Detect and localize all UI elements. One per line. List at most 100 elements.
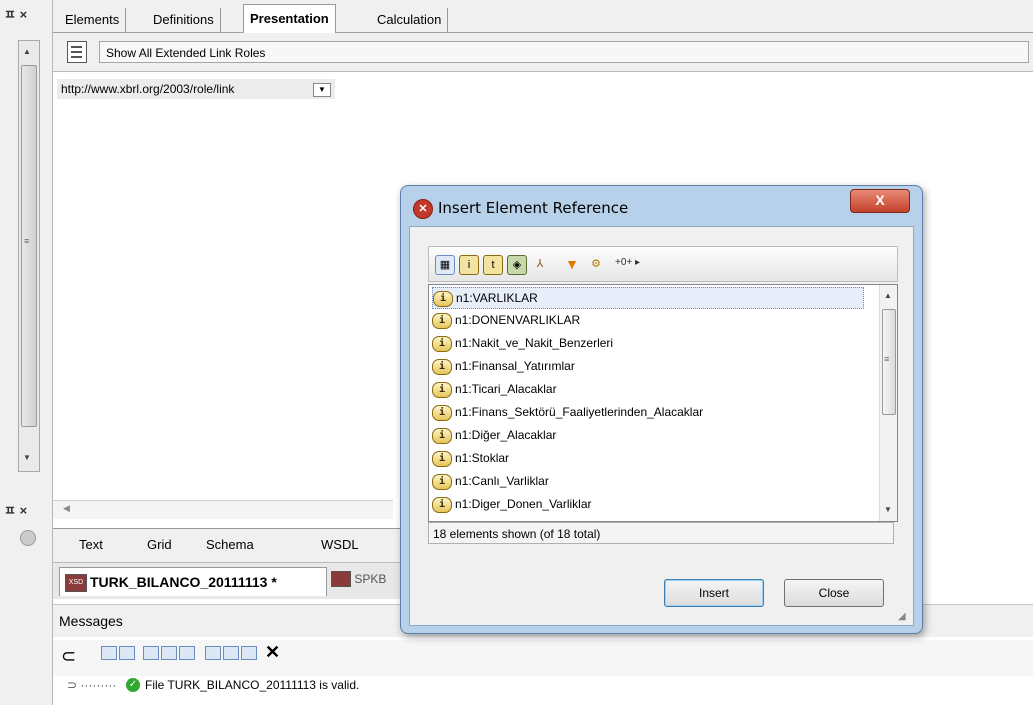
document-tab-bar: XSD TURK_BILANCO_20111113 * SPKB xyxy=(53,562,413,599)
dialog-close-button[interactable]: X xyxy=(850,189,910,213)
dialog-title: Insert Element Reference xyxy=(438,199,629,217)
messages-toolbar: ⊂ ✕ xyxy=(53,640,1033,676)
list-item-label: n1:Canlı_Varliklar xyxy=(455,474,549,488)
element-list[interactable]: i n1:VARLIKLAR i n1:DONENVARLIKLAR i n1:Nak… xyxy=(428,284,898,522)
paste-icon[interactable] xyxy=(179,646,195,660)
message-text: File TURK_BILANCO_20111113 is valid. xyxy=(145,678,360,692)
tab-definitions[interactable]: Definitions xyxy=(147,8,221,32)
cube-icon[interactable]: ◈ xyxy=(507,255,527,275)
grip-icon: ≡ xyxy=(24,236,30,246)
tab-calculation[interactable]: Calculation xyxy=(371,8,449,32)
filter-settings-icon[interactable]: ⚙ xyxy=(587,255,605,273)
item-icon: i xyxy=(432,496,452,513)
list-item[interactable]: i n1:DONENVARLIKLAR xyxy=(432,309,580,331)
pane-pin-close-2[interactable]: ㅍ × xyxy=(4,500,27,519)
link-roles-icon[interactable] xyxy=(67,41,87,63)
find-prev-icon[interactable] xyxy=(241,646,257,660)
copy-all-icon[interactable] xyxy=(161,646,177,660)
link-role-value: http://www.xbrl.org/2003/role/link xyxy=(61,82,235,96)
tab-presentation[interactable]: Presentation xyxy=(243,4,336,33)
list-item-label: n1:Ticari_Alacaklar xyxy=(455,382,557,396)
item-icon: i xyxy=(432,312,452,329)
list-item-label: n1:Nakit_ve_Nakit_Benzerleri xyxy=(455,336,614,350)
item-icon: i xyxy=(433,290,453,307)
find-next-icon[interactable] xyxy=(223,646,239,660)
scroll-left-icon[interactable]: ◀ xyxy=(63,503,70,514)
left-pane-scrollbar[interactable]: ▲ ≡ ▼ xyxy=(18,40,40,472)
dialog-app-icon: ✕ xyxy=(413,199,433,219)
list-item[interactable]: i n1:Finansal_Yatırımlar xyxy=(432,355,575,377)
list-item[interactable]: i n1:VARLIKLAR xyxy=(432,287,864,309)
doc-tab-label: TURK_BILANCO_20111113 * xyxy=(90,574,277,590)
tab-wsdl[interactable]: WSDL xyxy=(321,537,359,552)
tab-text[interactable]: Text xyxy=(79,537,103,552)
item-icon: i xyxy=(432,427,452,444)
scroll-up-icon[interactable]: ▲ xyxy=(884,291,892,300)
doc-tab-other-label: SPKB xyxy=(354,572,387,586)
resize-grip-icon[interactable]: ◢ xyxy=(898,611,906,622)
list-item-label: n1:VARLIKLAR xyxy=(456,291,538,305)
link-role-select[interactable]: http://www.xbrl.org/2003/role/link ▼ xyxy=(57,79,335,99)
list-item[interactable]: i n1:Canlı_Varliklar xyxy=(432,470,549,492)
view-tab-bar: Text Grid Schema WSDL xyxy=(53,528,413,563)
tree-line-icon: ⊃ ········· xyxy=(67,678,117,692)
insert-button[interactable]: Insert xyxy=(664,579,764,607)
horizontal-scrollbar[interactable]: ◀ xyxy=(53,500,393,519)
item-icon[interactable]: i xyxy=(459,255,479,275)
dialog-body: ▦ i t ◈ ⅄ ▼ ⚙ +0+ ▸ i n1:VARLIKLAR i n1:DO… xyxy=(409,226,914,626)
xsd-file-icon: XSD xyxy=(65,574,87,592)
list-item-label: n1:Finans_Sektörü_Faaliyetlerinden_Alaca… xyxy=(455,405,704,419)
search-icon[interactable] xyxy=(205,646,221,660)
tab-schema[interactable]: Schema xyxy=(206,537,254,552)
scroll-thumb[interactable]: ≡ xyxy=(882,309,896,415)
item-icon: i xyxy=(432,404,452,421)
show-all-extended-link-roles-button[interactable]: Show All Extended Link Roles xyxy=(99,41,1029,63)
valid-check-icon: ✓ xyxy=(126,678,140,692)
tab-grid[interactable]: Grid xyxy=(147,537,172,552)
scroll-thumb[interactable]: ≡ xyxy=(21,65,37,427)
item-icon: i xyxy=(432,335,452,352)
scroll-up-icon[interactable]: ▲ xyxy=(23,47,31,56)
tuple-icon[interactable]: t xyxy=(483,255,503,275)
pane-pin-close[interactable]: ㅍ × xyxy=(4,4,27,23)
list-item-label: n1:Stoklar xyxy=(455,451,510,465)
all-types-icon[interactable]: ▦ xyxy=(435,255,455,275)
list-item[interactable]: i n1:Diger_Donen_Varliklar xyxy=(432,493,592,515)
add-icon[interactable] xyxy=(20,530,36,546)
element-list-scrollbar[interactable]: ▲ ≡ ▼ xyxy=(879,285,897,521)
prev-message-icon[interactable] xyxy=(119,646,135,660)
scroll-down-icon[interactable]: ▼ xyxy=(23,453,31,462)
list-item[interactable]: i n1:Nakit_ve_Nakit_Benzerleri xyxy=(432,332,613,354)
doc-tab-active[interactable]: XSD TURK_BILANCO_20111113 * xyxy=(59,567,327,596)
xsd-file-icon-2 xyxy=(331,571,351,587)
filter-icon[interactable]: ▼ xyxy=(563,255,581,273)
element-filter-toolbar: ▦ i t ◈ ⅄ ▼ ⚙ +0+ ▸ xyxy=(428,246,898,282)
list-item-label: n1:Diger_Donen_Varliklar xyxy=(455,497,592,511)
left-pane: ㅍ × ▲ ≡ ▼ ㅍ × xyxy=(0,0,53,705)
list-item[interactable]: i n1:Finans_Sektörü_Faaliyetlerinden_Alac… xyxy=(432,401,703,423)
list-item-label: n1:Diğer_Alacaklar xyxy=(455,428,557,442)
tab-elements[interactable]: Elements xyxy=(59,8,127,32)
collapse-icon[interactable]: ⊂ xyxy=(61,646,76,667)
insert-element-reference-dialog: ✕ Insert Element Reference X ▦ i t ◈ ⅄ ▼… xyxy=(400,185,923,634)
item-icon: i xyxy=(432,358,452,375)
item-icon: i xyxy=(432,381,452,398)
clear-messages-icon[interactable]: ✕ xyxy=(265,642,280,663)
more-options-button[interactable]: +0+ ▸ xyxy=(615,257,640,268)
chevron-down-icon[interactable]: ▼ xyxy=(313,83,331,97)
list-item-label: n1:Finansal_Yatırımlar xyxy=(455,359,575,373)
scroll-down-icon[interactable]: ▼ xyxy=(884,505,892,514)
close-button[interactable]: Close xyxy=(784,579,884,607)
doc-tab-other[interactable]: SPKB xyxy=(331,571,386,595)
element-count-status: 18 elements shown (of 18 total) xyxy=(428,522,894,544)
copy-icon[interactable] xyxy=(143,646,159,660)
next-message-icon[interactable] xyxy=(101,646,117,660)
list-item[interactable]: i n1:Stoklar xyxy=(432,447,509,469)
editor-tab-bar: Elements Definitions Presentation Calcul… xyxy=(53,0,1033,33)
item-icon: i xyxy=(432,450,452,467)
hierarchy-icon[interactable]: ⅄ xyxy=(531,255,549,273)
item-icon: i xyxy=(432,473,452,490)
list-item[interactable]: i n1:Ticari_Alacaklar xyxy=(432,378,557,400)
messages-title: Messages xyxy=(59,613,123,629)
list-item[interactable]: i n1:Diğer_Alacaklar xyxy=(432,424,556,446)
